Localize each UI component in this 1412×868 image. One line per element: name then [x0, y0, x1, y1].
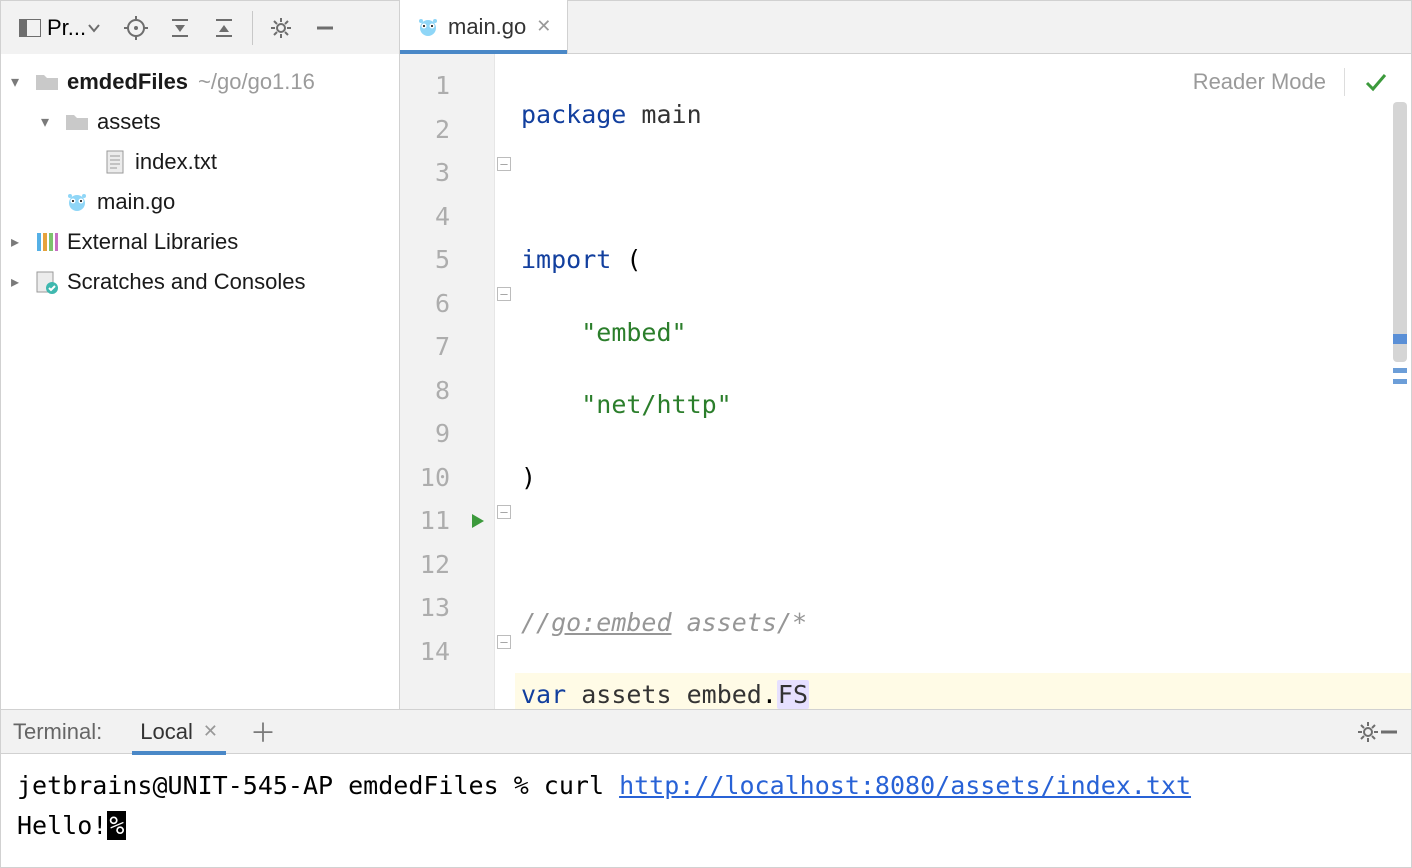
tree-file-index-txt[interactable]: index.txt — [1, 142, 399, 182]
main-split: ▾ emdedFiles ~/go/go1.16 ▾ assets index.… — [1, 54, 1411, 709]
collapse-all-icon — [213, 17, 235, 39]
line-number[interactable]: 7 — [400, 325, 494, 369]
line-number[interactable]: 11 — [400, 499, 494, 543]
file-label: main.go — [97, 189, 175, 215]
gear-icon — [1357, 721, 1379, 743]
code-editor[interactable]: 1 2 3 4 5 6 7 8 9 10 11 12 13 14 – — [400, 54, 1411, 709]
scratches-label: Scratches and Consoles — [67, 269, 305, 295]
line-number-gutter[interactable]: 1 2 3 4 5 6 7 8 9 10 11 12 13 14 — [400, 54, 495, 709]
line-number[interactable]: 2 — [400, 108, 494, 152]
tab-label: main.go — [448, 14, 526, 40]
inspection-ok-icon[interactable] — [1363, 69, 1389, 95]
project-tree[interactable]: ▾ emdedFiles ~/go/go1.16 ▾ assets index.… — [1, 54, 400, 709]
fold-toggle[interactable]: – — [497, 505, 511, 519]
text-file-icon — [101, 150, 129, 174]
minimize-icon — [1379, 722, 1399, 742]
external-libraries-label: External Libraries — [67, 229, 238, 255]
fold-toggle[interactable]: – — [497, 635, 511, 649]
collapse-all-button[interactable] — [204, 8, 244, 48]
tool-settings-button[interactable] — [261, 8, 301, 48]
line-number[interactable]: 3 — [400, 151, 494, 195]
tree-external-libraries[interactable]: ▸ External Libraries — [1, 222, 399, 262]
terminal-tabbar: Terminal: Local ✕ ＋ — [1, 710, 1411, 754]
scrollbar[interactable] — [1393, 102, 1407, 362]
chevron-right-icon[interactable]: ▸ — [11, 272, 33, 292]
gear-icon — [270, 17, 292, 39]
file-label: index.txt — [135, 149, 217, 175]
line-number[interactable]: 6 — [400, 282, 494, 326]
fold-toggle[interactable]: – — [497, 287, 511, 301]
terminal-panel: Terminal: Local ✕ ＋ jetbrains@UNIT-545-A… — [1, 709, 1411, 867]
folder-label: assets — [97, 109, 161, 135]
line-number[interactable]: 13 — [400, 586, 494, 630]
terminal-tab-label: Local — [140, 719, 193, 745]
locate-button[interactable] — [116, 8, 156, 48]
scroll-marker[interactable] — [1393, 334, 1407, 344]
line-number[interactable]: 9 — [400, 412, 494, 456]
scratches-icon — [33, 270, 61, 294]
separator — [252, 11, 253, 45]
terminal-title: Terminal: — [13, 719, 102, 745]
terminal-body[interactable]: jetbrains@UNIT-545-AP emdedFiles % curl … — [1, 754, 1411, 867]
project-path: ~/go/go1.16 — [198, 69, 315, 95]
terminal-cursor: % — [107, 811, 126, 840]
line-number[interactable]: 14 — [400, 630, 494, 674]
folder-icon — [33, 72, 61, 92]
line-number[interactable]: 12 — [400, 543, 494, 587]
tree-scratches[interactable]: ▸ Scratches and Consoles — [1, 262, 399, 302]
line-number[interactable]: 8 — [400, 369, 494, 413]
tab-main-go[interactable]: main.go ✕ — [400, 0, 568, 53]
chevron-down-icon[interactable]: ▾ — [41, 112, 63, 132]
editor-status-bar: Reader Mode — [1193, 68, 1389, 96]
scroll-marker[interactable] — [1393, 379, 1407, 384]
project-name: emdedFiles — [67, 69, 188, 95]
chevron-down-icon — [88, 22, 100, 34]
project-selector-label: Pr... — [47, 15, 86, 41]
go-file-icon — [416, 15, 440, 39]
target-icon — [124, 16, 148, 40]
project-selector[interactable]: Pr... — [11, 15, 114, 41]
terminal-line: jetbrains@UNIT-545-AP emdedFiles % curl … — [17, 766, 1395, 806]
editor-tabbar: main.go ✕ — [400, 1, 1411, 54]
terminal-tab-local[interactable]: Local ✕ — [132, 710, 226, 754]
terminal-line: Hello!% — [17, 806, 1395, 846]
line-number[interactable]: 1 — [400, 64, 494, 108]
project-tool-header: Pr... — [1, 1, 400, 54]
line-number[interactable]: 4 — [400, 195, 494, 239]
scroll-marker[interactable] — [1393, 368, 1407, 373]
reader-mode-toggle[interactable]: Reader Mode — [1193, 69, 1326, 95]
run-gutter-icon[interactable] — [470, 513, 486, 529]
minimize-icon — [315, 18, 335, 38]
line-number[interactable]: 5 — [400, 238, 494, 282]
line-number[interactable]: 10 — [400, 456, 494, 500]
libraries-icon — [33, 231, 61, 253]
code-content[interactable]: package main import ( "embed" "net/http"… — [515, 54, 1411, 709]
chevron-right-icon[interactable]: ▸ — [11, 232, 33, 252]
hide-tool-button[interactable] — [305, 8, 345, 48]
new-terminal-button[interactable]: ＋ — [250, 713, 276, 750]
close-tab-button[interactable]: ✕ — [536, 16, 551, 37]
go-file-icon — [63, 190, 91, 214]
tab-active-indicator — [132, 751, 226, 755]
top-bar: Pr... — [1, 1, 1411, 54]
terminal-settings-button[interactable] — [1357, 721, 1379, 743]
fold-toggle[interactable]: – — [497, 157, 511, 171]
hide-terminal-button[interactable] — [1379, 722, 1399, 742]
close-terminal-tab-button[interactable]: ✕ — [203, 721, 218, 742]
tree-project-root[interactable]: ▾ emdedFiles ~/go/go1.16 — [1, 62, 399, 102]
folder-icon — [63, 112, 91, 132]
editor-area: Reader Mode 1 2 3 4 5 6 7 8 9 10 11 12 — [400, 54, 1411, 709]
tree-folder-assets[interactable]: ▾ assets — [1, 102, 399, 142]
terminal-url-link[interactable]: http://localhost:8080/assets/index.txt — [619, 771, 1191, 800]
project-view-icon — [19, 19, 41, 37]
expand-all-button[interactable] — [160, 8, 200, 48]
tree-file-main-go[interactable]: main.go — [1, 182, 399, 222]
chevron-down-icon[interactable]: ▾ — [11, 72, 33, 92]
expand-all-icon — [169, 17, 191, 39]
app-root: Pr... — [0, 0, 1412, 868]
fold-column[interactable]: – – – – — [495, 54, 515, 709]
